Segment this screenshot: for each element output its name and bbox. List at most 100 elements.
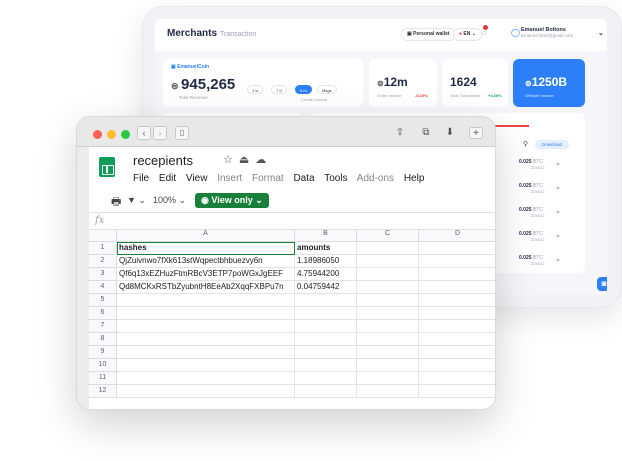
cell-empty[interactable] bbox=[357, 333, 419, 346]
cell-empty[interactable] bbox=[357, 372, 419, 385]
share-icon[interactable]: ⇪ bbox=[393, 127, 407, 139]
row-header[interactable]: 9 bbox=[89, 346, 117, 359]
select-all-corner[interactable] bbox=[89, 230, 117, 242]
chevron-down-icon[interactable]: ⌄ bbox=[555, 183, 561, 191]
tabs-icon[interactable]: ⧉ bbox=[419, 127, 433, 139]
chevron-down-icon[interactable]: ⌄ bbox=[593, 28, 607, 41]
formula-bar[interactable]: fx bbox=[89, 213, 495, 230]
cell-empty[interactable] bbox=[357, 359, 419, 372]
menu-insert[interactable]: Insert bbox=[217, 173, 242, 184]
chevron-down-icon[interactable]: ⌄ bbox=[555, 231, 561, 239]
cell-empty[interactable] bbox=[419, 242, 495, 255]
chevron-down-icon[interactable]: ⌄ bbox=[555, 207, 561, 215]
search-icon[interactable]: ⚲ bbox=[523, 140, 528, 148]
chat-button[interactable]: ◙ bbox=[597, 277, 607, 291]
print-icon[interactable]: 🖶 bbox=[111, 193, 121, 212]
cell-empty[interactable] bbox=[419, 281, 495, 294]
cell-hash[interactable] bbox=[117, 294, 295, 307]
user-info[interactable]: Emanuel Boltons Emanuel.B10@gmail.com bbox=[521, 27, 573, 38]
cell-empty[interactable] bbox=[357, 268, 419, 281]
cell-empty[interactable] bbox=[419, 333, 495, 346]
sheets-logo[interactable] bbox=[99, 157, 115, 177]
cell-hash[interactable] bbox=[117, 320, 295, 333]
cell-amount[interactable] bbox=[295, 320, 357, 333]
range-7d-button[interactable]: 7 d bbox=[271, 85, 287, 94]
minimize-window-button[interactable] bbox=[107, 130, 116, 139]
cell-amount[interactable]: 0.04759442 bbox=[295, 281, 357, 294]
menu-data[interactable]: Data bbox=[293, 173, 314, 184]
cell-amount[interactable] bbox=[295, 333, 357, 346]
messages-button[interactable]: Msgs bbox=[317, 85, 337, 94]
cell-empty[interactable] bbox=[357, 281, 419, 294]
sidebar-icon[interactable]: ▯ bbox=[175, 126, 189, 140]
cell-hash[interactable] bbox=[117, 372, 295, 385]
menu-file[interactable]: File bbox=[133, 173, 149, 184]
row-header[interactable]: 2 bbox=[89, 255, 117, 268]
row-header[interactable]: 10 bbox=[89, 359, 117, 372]
back-button[interactable]: ‹ bbox=[137, 126, 151, 140]
row-header[interactable]: 5 bbox=[89, 294, 117, 307]
range-5m-button[interactable]: 5 m bbox=[295, 85, 312, 94]
download-icon[interactable]: ⬇ bbox=[443, 127, 457, 139]
cell-empty[interactable] bbox=[357, 242, 419, 255]
cell-hash[interactable] bbox=[117, 359, 295, 372]
column-header-a[interactable]: A bbox=[117, 230, 295, 242]
cell-empty[interactable] bbox=[419, 372, 495, 385]
cell-empty[interactable] bbox=[419, 307, 495, 320]
cell-amount[interactable] bbox=[295, 346, 357, 359]
cell-hash[interactable] bbox=[117, 333, 295, 346]
document-title[interactable]: recepients bbox=[133, 153, 193, 168]
cell-empty[interactable] bbox=[357, 385, 419, 398]
cell-hash[interactable] bbox=[117, 385, 295, 398]
column-header-c[interactable]: C bbox=[357, 230, 419, 242]
row-header[interactable]: 6 bbox=[89, 307, 117, 320]
row-header[interactable]: 12 bbox=[89, 385, 117, 398]
cell-amount[interactable] bbox=[295, 294, 357, 307]
menu-edit[interactable]: Edit bbox=[159, 173, 176, 184]
cell-amount[interactable]: 1.18986050 bbox=[295, 255, 357, 268]
website-income-card[interactable]: ⊜1250B Website Income bbox=[513, 59, 585, 107]
cell-hash[interactable]: QjZuivnwo7fXk613stWqpectbhbuezvy6n bbox=[117, 255, 295, 268]
chevron-down-icon[interactable]: ⌄ bbox=[555, 159, 561, 167]
cell-empty[interactable] bbox=[357, 255, 419, 268]
new-tab-button[interactable]: + bbox=[469, 127, 483, 139]
cell-empty[interactable] bbox=[419, 346, 495, 359]
cell-empty[interactable] bbox=[419, 385, 495, 398]
cell-empty[interactable] bbox=[419, 268, 495, 281]
row-header[interactable]: 8 bbox=[89, 333, 117, 346]
personal-wallet-button[interactable]: ▣ Personal wallet bbox=[401, 28, 456, 41]
create-invoice-link[interactable]: Create Invoice bbox=[301, 97, 327, 102]
menu-addons[interactable]: Add-ons bbox=[357, 173, 394, 184]
view-only-button[interactable]: ◉ View only ⌄ bbox=[195, 193, 269, 208]
row-header[interactable]: 1 bbox=[89, 242, 117, 255]
cell-empty[interactable] bbox=[419, 294, 495, 307]
cell-empty[interactable] bbox=[357, 294, 419, 307]
cell-empty[interactable] bbox=[357, 307, 419, 320]
maximize-window-button[interactable] bbox=[121, 130, 130, 139]
cell-empty[interactable] bbox=[419, 359, 495, 372]
cell-hash[interactable]: Qf6q13xEZHuzFtmRBcV3ETP7poWGxJgEEF bbox=[117, 268, 295, 281]
cell-hash[interactable]: Qd8MCKxRSTbZyubntH8EeAb2XqqFXBPu7n bbox=[117, 281, 295, 294]
chevron-down-icon[interactable]: ⌄ bbox=[555, 255, 561, 263]
forward-button[interactable]: › bbox=[153, 126, 167, 140]
cell-empty[interactable] bbox=[357, 320, 419, 333]
row-header[interactable]: 4 bbox=[89, 281, 117, 294]
menu-help[interactable]: Help bbox=[404, 173, 425, 184]
menu-view[interactable]: View bbox=[186, 173, 208, 184]
filter-icon[interactable]: ▼ ⌄ bbox=[127, 195, 146, 206]
move-icon[interactable]: ⏏ bbox=[239, 154, 255, 166]
range-1w-button[interactable]: 1 w bbox=[247, 85, 264, 94]
cell-amount[interactable]: amounts bbox=[295, 242, 357, 255]
row-header[interactable]: 7 bbox=[89, 320, 117, 333]
cell-empty[interactable] bbox=[419, 320, 495, 333]
cell-hash[interactable] bbox=[117, 307, 295, 320]
download-button[interactable]: Download bbox=[535, 140, 569, 149]
user-icon[interactable]: ◯ bbox=[511, 28, 520, 38]
row-header[interactable]: 11 bbox=[89, 372, 117, 385]
cell-amount[interactable] bbox=[295, 385, 357, 398]
cell-hash[interactable]: hashes bbox=[117, 242, 295, 255]
cell-amount[interactable] bbox=[295, 372, 357, 385]
cell-empty[interactable] bbox=[419, 255, 495, 268]
menu-format[interactable]: Format bbox=[252, 173, 284, 184]
cell-empty[interactable] bbox=[357, 346, 419, 359]
